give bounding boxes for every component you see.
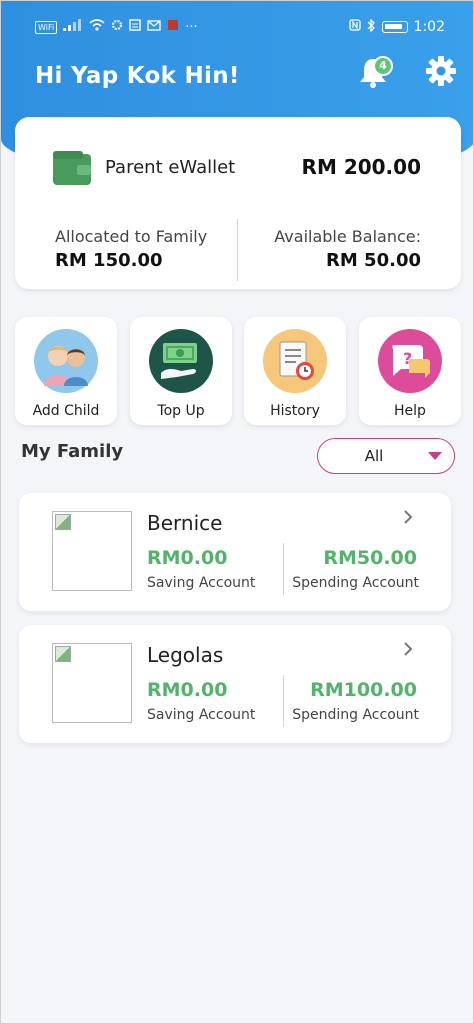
child-name: Legolas bbox=[147, 643, 224, 667]
add-child-button[interactable]: Add Child bbox=[15, 317, 117, 425]
available-value: RM 50.00 bbox=[326, 250, 421, 271]
child-avatar bbox=[52, 643, 132, 723]
saving-amount: RM0.00 bbox=[147, 679, 228, 701]
settings-notif-icon bbox=[111, 19, 123, 35]
broken-image-icon bbox=[55, 646, 71, 662]
nfc-icon bbox=[348, 19, 361, 35]
settings-button[interactable] bbox=[425, 55, 457, 87]
allocated-value: RM 150.00 bbox=[55, 250, 163, 271]
greeting-title: Hi Yap Kok Hin! bbox=[35, 63, 240, 89]
wallet-amount: RM 200.00 bbox=[301, 155, 421, 179]
action-label: History bbox=[270, 403, 320, 419]
cash-hand-icon bbox=[149, 329, 213, 393]
chevron-right-icon bbox=[403, 509, 413, 530]
filter-value: All bbox=[364, 447, 384, 465]
wallet-label: Parent eWallet bbox=[105, 157, 236, 178]
saving-amount: RM0.00 bbox=[147, 547, 228, 569]
child-name: Bernice bbox=[147, 511, 223, 535]
message-icon bbox=[129, 19, 141, 35]
history-button[interactable]: History bbox=[244, 317, 346, 425]
section-title: My Family bbox=[21, 441, 124, 462]
top-up-button[interactable]: Top Up bbox=[130, 317, 232, 425]
broken-image-icon bbox=[55, 514, 71, 530]
clock: 1:02 bbox=[413, 19, 445, 35]
divider bbox=[283, 675, 284, 727]
battery-icon bbox=[381, 21, 408, 33]
chevron-right-icon bbox=[403, 641, 413, 662]
status-bar: WiFi ··· 1:02 bbox=[35, 15, 445, 39]
wifi-label: WiFi bbox=[35, 20, 58, 34]
help-button[interactable]: ? Help bbox=[359, 317, 461, 425]
notifications-button[interactable]: 4 bbox=[357, 55, 393, 91]
chevron-down-icon bbox=[428, 452, 442, 460]
family-icon bbox=[34, 329, 98, 393]
saving-label: Saving Account bbox=[147, 575, 256, 591]
spending-label: Spending Account bbox=[292, 707, 419, 723]
saving-label: Saving Account bbox=[147, 707, 256, 723]
app-screen: WiFi ··· 1:02 Hi Yap Kok Hin! 4 Parent e… bbox=[0, 0, 474, 1024]
divider bbox=[237, 219, 238, 281]
app-notif-icon bbox=[167, 19, 179, 35]
child-avatar bbox=[52, 511, 132, 591]
spending-amount: RM50.00 bbox=[323, 547, 417, 569]
family-filter-select[interactable]: All bbox=[317, 438, 455, 474]
wallet-icon bbox=[53, 151, 91, 185]
bell-icon bbox=[357, 59, 389, 93]
bluetooth-icon bbox=[367, 17, 376, 36]
child-card-legolas[interactable]: Legolas RM0.00 Saving Account RM100.00 S… bbox=[19, 625, 451, 743]
more-icon: ··· bbox=[185, 19, 198, 35]
action-label: Help bbox=[394, 403, 426, 419]
wifi-icon bbox=[89, 19, 105, 35]
question-chat-icon: ? bbox=[378, 329, 442, 393]
receipt-clock-icon bbox=[263, 329, 327, 393]
mail-icon bbox=[147, 19, 161, 35]
divider bbox=[283, 543, 284, 595]
svg-text:?: ? bbox=[403, 349, 412, 368]
signal-icon bbox=[63, 19, 83, 35]
notification-count-badge: 4 bbox=[373, 56, 393, 76]
wallet-card[interactable]: Parent eWallet RM 200.00 Allocated to Fa… bbox=[15, 117, 461, 289]
spending-label: Spending Account bbox=[292, 575, 419, 591]
action-label: Add Child bbox=[32, 403, 100, 419]
spending-amount: RM100.00 bbox=[310, 679, 417, 701]
gear-icon bbox=[425, 56, 457, 91]
child-card-bernice[interactable]: Bernice RM0.00 Saving Account RM50.00 Sp… bbox=[19, 493, 451, 611]
allocated-label: Allocated to Family bbox=[55, 227, 208, 246]
available-label: Available Balance: bbox=[274, 227, 421, 246]
action-label: Top Up bbox=[157, 403, 205, 419]
